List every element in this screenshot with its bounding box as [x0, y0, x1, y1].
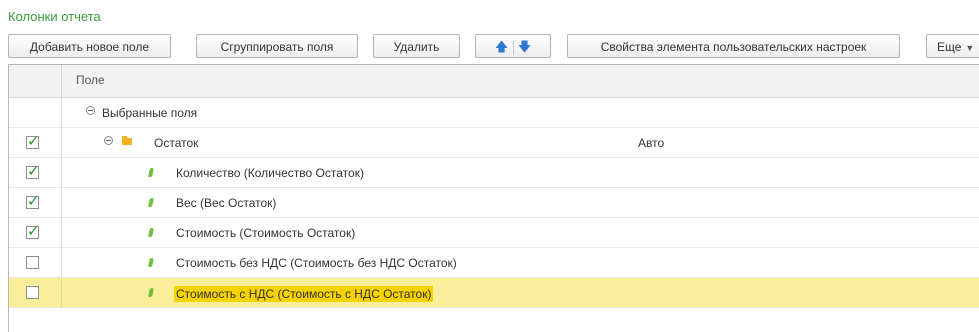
arrow-up-icon[interactable]: 🡅	[491, 35, 513, 57]
table-row-selected[interactable]: Стоимость с НДС (Стоимость с НДС Остаток…	[9, 278, 979, 308]
arrow-down-icon[interactable]: 🡇	[514, 35, 536, 57]
checkmark-icon: ✓	[27, 193, 40, 210]
more-label: Еще	[937, 40, 962, 54]
row-label: Остаток	[154, 136, 199, 150]
table-header: Поле	[9, 65, 979, 98]
table-row[interactable]: Стоимость без НДС (Стоимость без НДС Ост…	[9, 248, 979, 278]
table-row[interactable]: ✓ Количество (Количество Остаток)	[9, 158, 979, 188]
checkmark-icon: ✓	[27, 163, 40, 180]
collapse-icon[interactable]	[86, 106, 95, 115]
delete-button[interactable]: Удалить	[373, 34, 460, 58]
field-icon	[148, 288, 154, 297]
row-label: Вес (Вес Остаток)	[176, 196, 277, 210]
toolbar: Добавить новое поле Сгруппировать поля У…	[8, 34, 979, 60]
row-label: Количество (Количество Остаток)	[176, 166, 364, 180]
table-row[interactable]: Выбранные поля	[9, 98, 979, 128]
check-cell: ✓	[9, 128, 62, 158]
row-checkbox[interactable]: ✓	[26, 223, 40, 240]
check-cell	[9, 278, 62, 308]
table-row[interactable]: ✓ Остаток Авто	[9, 128, 979, 158]
header-field[interactable]: Поле	[76, 73, 105, 87]
move-buttons: 🡅 🡇	[475, 34, 551, 58]
field-icon	[148, 168, 154, 177]
row-label: Стоимость без НДС (Стоимость без НДС Ост…	[176, 256, 457, 270]
panel-title: Колонки отчета	[8, 9, 101, 24]
row-checkbox[interactable]: ✓	[26, 163, 40, 180]
row-label: Выбранные поля	[102, 106, 198, 120]
row-value: Авто	[638, 136, 665, 150]
check-cell: ✓	[9, 218, 62, 248]
check-cell	[9, 98, 62, 128]
row-label[interactable]: Стоимость с НДС (Стоимость с НДС Остаток…	[174, 286, 434, 302]
add-field-button[interactable]: Добавить новое поле	[8, 34, 171, 58]
collapse-icon[interactable]	[104, 136, 113, 145]
user-settings-properties-button[interactable]: Свойства элемента пользовательских настр…	[567, 34, 900, 58]
field-icon	[148, 198, 154, 207]
report-columns-table: Поле Выбранные поля ✓ Остаток Авто ✓ Кол…	[8, 64, 979, 332]
checkmark-icon: ✓	[27, 223, 40, 240]
table-row[interactable]: ✓ Вес (Вес Остаток)	[9, 188, 979, 218]
check-cell: ✓	[9, 188, 62, 218]
group-fields-button[interactable]: Сгруппировать поля	[196, 34, 358, 58]
table-row[interactable]: ✓ Стоимость (Стоимость Остаток)	[9, 218, 979, 248]
row-label: Стоимость (Стоимость Остаток)	[176, 226, 356, 240]
checkmark-icon: ✓	[27, 133, 40, 150]
row-checkbox[interactable]: ✓	[26, 193, 40, 210]
field-icon	[148, 258, 154, 267]
row-checkbox[interactable]	[26, 286, 39, 299]
field-icon	[148, 228, 154, 237]
chevron-down-icon: ▼	[965, 43, 975, 53]
folder-icon	[122, 136, 132, 145]
row-checkbox[interactable]	[26, 256, 39, 269]
row-checkbox[interactable]: ✓	[26, 133, 40, 150]
check-cell: ✓	[9, 158, 62, 188]
header-check-column	[9, 65, 62, 97]
check-cell	[9, 248, 62, 278]
more-button[interactable]: Еще ▼	[926, 34, 979, 58]
